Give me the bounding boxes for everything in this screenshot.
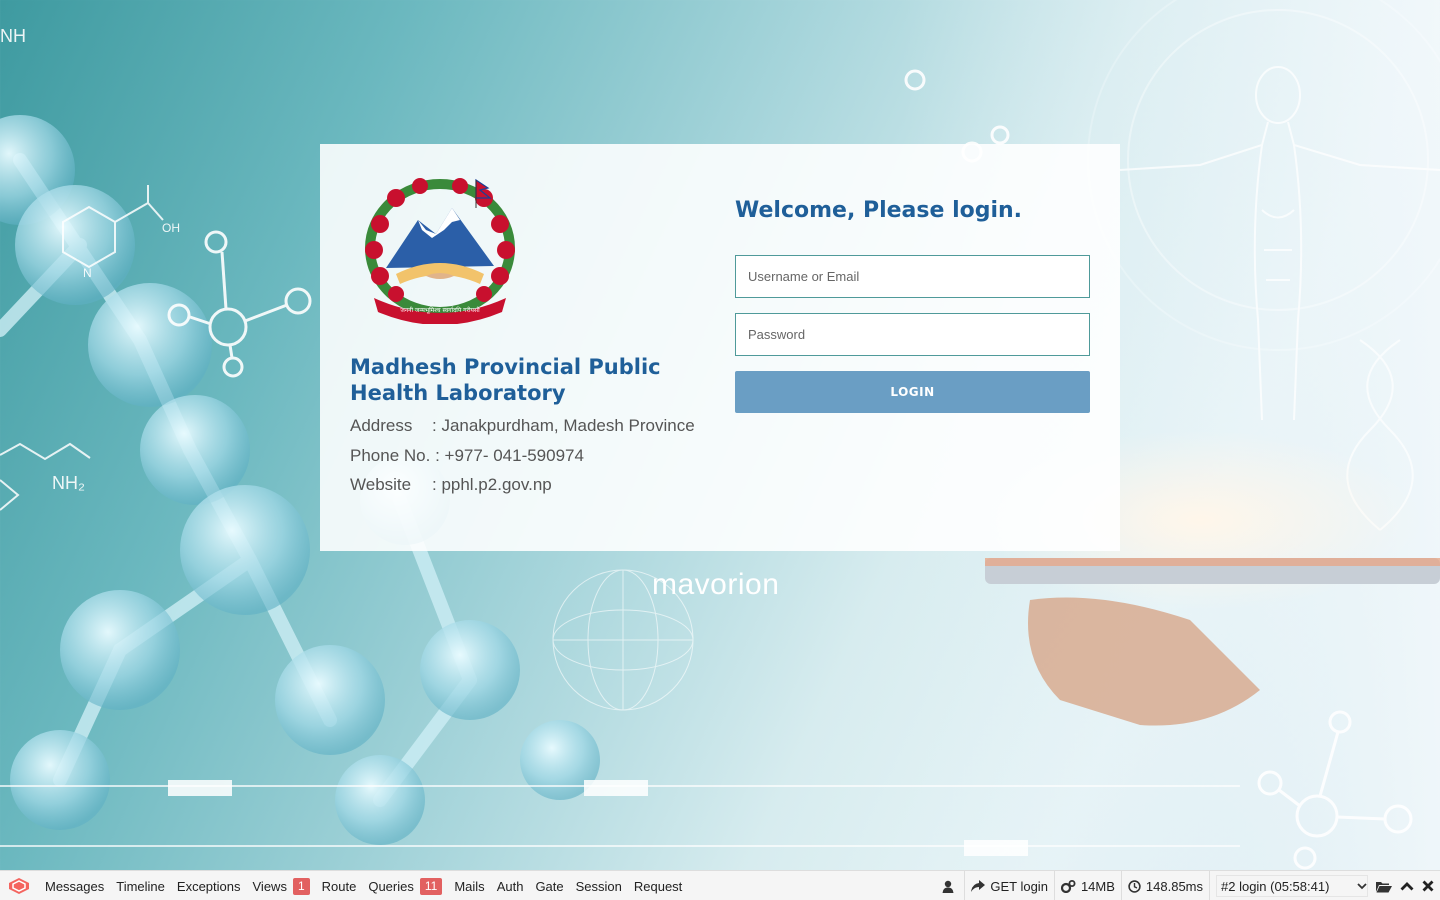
tab-mails[interactable]: Mails [448, 871, 490, 900]
website-value: : pphl.p2.gov.np [432, 475, 552, 494]
login-card: जननी जन्मभूमिश्च स्वर्गादपि गरीयसी Madhe… [320, 144, 1120, 551]
tab-label: Exceptions [176, 878, 241, 894]
user-icon [942, 880, 954, 893]
password-input[interactable] [735, 313, 1090, 356]
request-indicator[interactable]: GET login [964, 871, 1054, 900]
brand-logo-text: mavorion [652, 568, 780, 601]
svg-text:OH: OH [162, 221, 180, 235]
phone-row: Phone No. : +977- 041-590974 [350, 446, 750, 466]
tab-label: Auth [496, 878, 524, 894]
cogs-icon [1060, 879, 1076, 893]
tab-label: Request [633, 878, 683, 894]
tab-exceptions[interactable]: Exceptions [171, 871, 247, 900]
tab-views[interactable]: Views 1 [247, 871, 316, 900]
folder-open-icon[interactable] [1376, 880, 1392, 893]
svg-text:NH: NH [0, 26, 26, 46]
close-icon[interactable] [1422, 880, 1434, 892]
tab-label: Messages [45, 878, 105, 894]
website-row: Website : pphl.p2.gov.np [350, 475, 750, 495]
tab-timeline[interactable]: Timeline [110, 871, 171, 900]
tab-route[interactable]: Route [316, 871, 363, 900]
login-heading: Welcome, Please login. [735, 198, 1023, 223]
nepal-emblem-icon: जननी जन्मभूमिश्च स्वर्गादपि गरीयसी [365, 178, 515, 324]
address-value: : Janakpurdham, Madesh Province [432, 416, 695, 435]
svg-text:NH₂: NH₂ [52, 473, 85, 493]
tab-messages[interactable]: Messages [39, 871, 110, 900]
dataset-select-wrap: #2 login (05:58:41) [1209, 871, 1374, 900]
tab-gate[interactable]: Gate [529, 871, 569, 900]
queries-count-badge: 11 [419, 877, 443, 895]
username-input[interactable] [735, 255, 1090, 298]
tab-label: Views [252, 878, 287, 894]
tab-session[interactable]: Session [570, 871, 628, 900]
tab-label: Route [321, 878, 357, 894]
time-indicator[interactable]: 148.85ms [1120, 871, 1209, 900]
address-label: Address [350, 416, 413, 435]
phone-label: Phone No. [350, 446, 431, 465]
tab-label: Gate [535, 878, 564, 894]
time-value: 148.85ms [1145, 878, 1203, 894]
address-row: Address : Janakpurdham, Madesh Province [350, 416, 750, 436]
tab-auth[interactable]: Auth [491, 871, 530, 900]
dataset-select[interactable]: #2 login (05:58:41) [1216, 875, 1368, 897]
tab-label: Timeline [116, 878, 165, 894]
login-button[interactable]: LOGIN [735, 371, 1090, 413]
debugbar-logo-icon[interactable] [8, 877, 30, 895]
svg-text:N: N [83, 266, 92, 280]
tab-request[interactable]: Request [628, 871, 688, 900]
memory-indicator[interactable]: 14MB [1053, 871, 1121, 900]
debugbar: Messages Timeline Exceptions Views 1 Rout… [0, 870, 1440, 900]
website-label: Website [350, 475, 412, 494]
tab-label: Mails [454, 878, 485, 894]
debugbar-actions [1374, 880, 1440, 893]
debugbar-tabs: Messages Timeline Exceptions Views 1 Rout… [39, 871, 688, 900]
tab-label: Session [575, 878, 622, 894]
share-icon [971, 880, 986, 892]
views-count-badge: 1 [292, 877, 310, 895]
svg-text:जननी जन्मभूमिश्च स्वर्गादपि गर: जननी जन्मभूमिश्च स्वर्गादपि गरीयसी [400, 306, 480, 314]
clock-icon [1128, 879, 1141, 893]
memory-value: 14MB [1080, 878, 1115, 894]
dataset-selected: #2 login (05:58:41) [1221, 878, 1330, 894]
tab-queries[interactable]: Queries 11 [362, 871, 448, 900]
debugbar-status: GET login 14MB 148.85ms #2 login (05:58:… [936, 871, 1440, 900]
organization-name: Madhesh Provincial Public Health Laborat… [350, 355, 661, 405]
tab-label: Queries [368, 878, 414, 894]
user-indicator[interactable] [936, 871, 964, 900]
chevron-down-icon [1357, 883, 1367, 890]
chevron-up-icon[interactable] [1400, 881, 1414, 891]
phone-value: : +977- 041-590974 [435, 446, 584, 465]
request-label: GET login [990, 878, 1048, 894]
